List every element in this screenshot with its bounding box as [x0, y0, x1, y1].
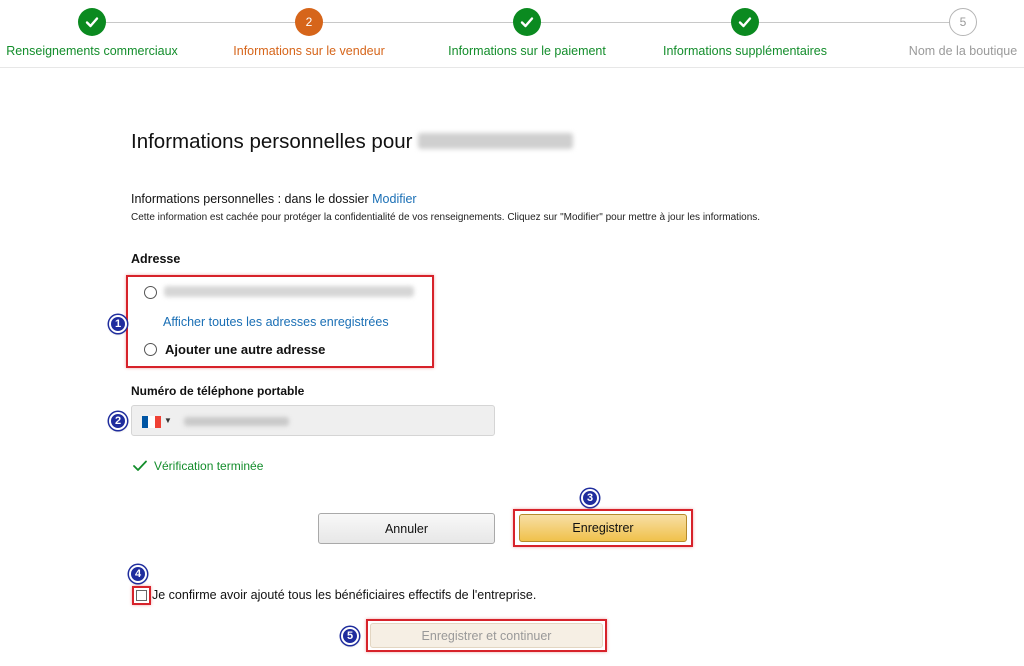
step-label: Informations sur le paiement: [448, 44, 606, 58]
check-icon: [133, 460, 147, 471]
personal-info-text: Informations personnelles : dans le doss…: [131, 192, 369, 206]
save-button[interactable]: Enregistrer: [519, 514, 687, 542]
privacy-note: Cette information est cachée pour protég…: [131, 212, 761, 223]
step-label: Renseignements commerciaux: [6, 44, 178, 58]
checkmark-icon: [513, 8, 541, 36]
step-informations-supplementaires[interactable]: Informations supplémentaires: [655, 8, 835, 58]
annotation-badge-1: 1: [109, 315, 127, 333]
step-label: Informations sur le vendeur: [233, 44, 385, 58]
address-radio-saved[interactable]: [144, 286, 157, 299]
phone-input[interactable]: ▼: [131, 405, 495, 436]
verification-status: Vérification terminée: [133, 459, 263, 473]
address-radio-add[interactable]: [144, 343, 157, 356]
redacted-name: [418, 132, 574, 149]
page-title: Informations personnelles pour: [131, 130, 574, 154]
address-label: Adresse: [131, 252, 181, 266]
step-nom-boutique[interactable]: 5 Nom de la boutique: [873, 8, 1024, 58]
save-continue-button[interactable]: Enregistrer et continuer: [370, 623, 603, 648]
progress-stepper: Renseignements commerciaux 2 Information…: [0, 0, 1024, 68]
step-label: Nom de la boutique: [908, 44, 1018, 58]
annotation-badge-4: 4: [129, 565, 147, 583]
step-informations-paiement[interactable]: Informations sur le paiement: [437, 8, 617, 58]
show-all-addresses-link[interactable]: Afficher toutes les adresses enregistrée…: [163, 315, 389, 329]
step-number: 5: [949, 8, 977, 36]
verification-text: Vérification terminée: [154, 459, 264, 473]
page-title-text: Informations personnelles pour: [131, 130, 413, 153]
confirm-text[interactable]: Je confirme avoir ajouté tous les bénéfi…: [152, 588, 536, 602]
phone-label: Numéro de téléphone portable: [131, 384, 305, 398]
redacted-address: [164, 286, 414, 297]
modify-link[interactable]: Modifier: [372, 192, 416, 206]
annotation-badge-3: 3: [581, 489, 599, 507]
checkmark-icon: [78, 8, 106, 36]
annotation-badge-2: 2: [109, 412, 127, 430]
personal-info-line: Informations personnelles : dans le doss…: [131, 192, 417, 206]
annotation-badge-5: 5: [341, 627, 359, 645]
france-flag-icon[interactable]: [142, 416, 161, 428]
step-number: 2: [295, 8, 323, 36]
add-address-label[interactable]: Ajouter une autre adresse: [165, 342, 325, 357]
step-informations-vendeur[interactable]: 2 Informations sur le vendeur: [219, 8, 399, 58]
cancel-button[interactable]: Annuler: [318, 513, 495, 544]
confirm-checkbox[interactable]: [136, 590, 147, 601]
checkmark-icon: [731, 8, 759, 36]
step-label: Informations supplémentaires: [663, 44, 827, 58]
chevron-down-icon[interactable]: ▼: [164, 416, 172, 425]
redacted-phone: [184, 417, 289, 426]
step-renseignements-commerciaux[interactable]: Renseignements commerciaux: [2, 8, 182, 58]
